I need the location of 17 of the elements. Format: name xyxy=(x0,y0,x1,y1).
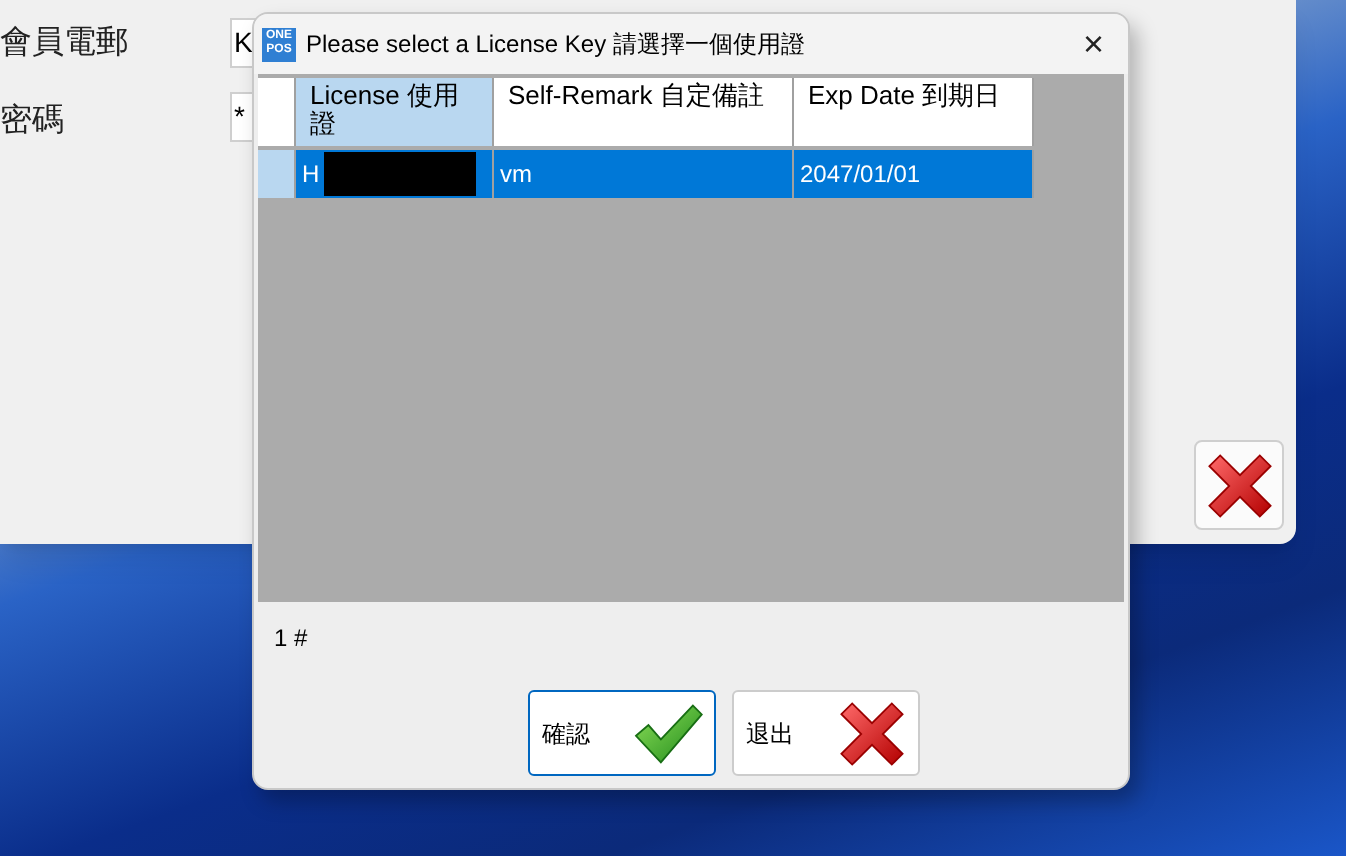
column-header[interactable]: License 使用證 xyxy=(296,78,494,146)
x-icon xyxy=(836,697,908,769)
field-label: 密碼 xyxy=(0,101,64,142)
table-cell[interactable]: vm xyxy=(494,150,794,198)
record-count: 1 # xyxy=(274,622,308,656)
close-button[interactable]: × xyxy=(1074,26,1112,62)
column-header[interactable]: Exp Date 到期日 xyxy=(794,78,1034,146)
check-icon xyxy=(632,701,704,765)
column-header[interactable]: Self-Remark 自定備註 xyxy=(494,78,794,146)
table-cell[interactable]: H xyxy=(296,150,494,198)
exit-button[interactable]: 退出 xyxy=(732,690,920,776)
close-button[interactable] xyxy=(1194,440,1284,530)
field-label: 會員電郵 xyxy=(0,23,128,64)
window-title: Please select a License Key 請選擇一個使用證 xyxy=(306,28,807,62)
x-icon xyxy=(1203,449,1275,521)
confirm-button[interactable]: 確認 xyxy=(528,690,716,776)
table-cell[interactable]: 2047/01/01 xyxy=(794,150,1034,198)
